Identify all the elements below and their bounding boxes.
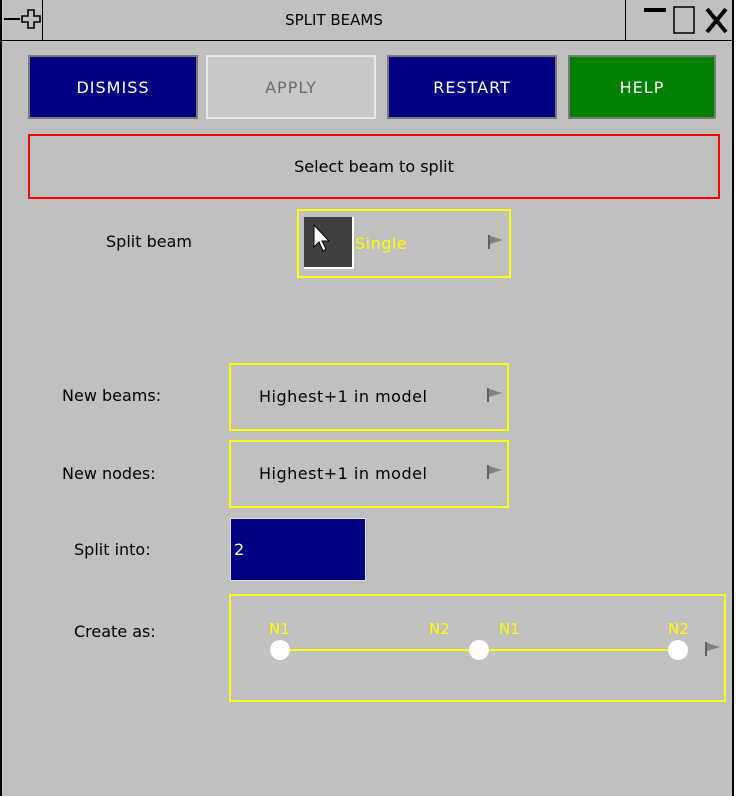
- node-dot: [469, 640, 489, 660]
- node-label: N2: [429, 620, 450, 638]
- maximize-icon[interactable]: [670, 2, 700, 36]
- close-icon[interactable]: [702, 2, 730, 36]
- node-label: N1: [269, 620, 290, 638]
- create-as-diagram[interactable]: N1 N2 N1 N2: [229, 594, 726, 702]
- title-bar: SPLIT BEAMS: [2, 0, 732, 41]
- new-beams-dropdown[interactable]: Highest+1 in model: [229, 363, 509, 431]
- new-beams-value: Highest+1 in model: [259, 387, 428, 406]
- split-beams-window: SPLIT BEAMS DISMISS APPLY RESTART HELP S…: [0, 0, 734, 796]
- dismiss-button[interactable]: DISMISS: [28, 55, 198, 119]
- dropdown-flag-icon: [705, 642, 720, 656]
- node-label: N2: [668, 620, 689, 638]
- new-nodes-dropdown[interactable]: Highest+1 in model: [229, 440, 509, 508]
- split-beam-dropdown[interactable]: Single: [297, 209, 511, 278]
- split-beam-value: Single: [355, 234, 408, 253]
- node-label: N1: [499, 620, 520, 638]
- node-dot: [270, 640, 290, 660]
- split-into-input[interactable]: 2: [230, 518, 366, 581]
- dropdown-flag-icon: [487, 465, 502, 479]
- node-dot: [668, 640, 688, 660]
- window-menu-icon[interactable]: [4, 2, 20, 36]
- cursor-select-icon[interactable]: [304, 217, 354, 269]
- new-beams-label: New beams:: [62, 386, 162, 405]
- new-nodes-value: Highest+1 in model: [259, 464, 428, 483]
- move-icon[interactable]: [20, 2, 42, 36]
- minimize-icon[interactable]: [638, 2, 670, 36]
- prompt-message: Select beam to split: [28, 134, 720, 199]
- restart-button[interactable]: RESTART: [387, 55, 557, 119]
- dropdown-flag-icon: [488, 235, 503, 249]
- apply-button[interactable]: APPLY: [206, 55, 376, 119]
- split-into-label: Split into:: [74, 540, 151, 559]
- dropdown-flag-icon: [487, 388, 502, 402]
- create-as-label: Create as:: [74, 622, 156, 641]
- window-title: SPLIT BEAMS: [42, 0, 626, 40]
- split-beam-label: Split beam: [106, 232, 192, 251]
- new-nodes-label: New nodes:: [62, 464, 156, 483]
- help-button[interactable]: HELP: [568, 55, 716, 119]
